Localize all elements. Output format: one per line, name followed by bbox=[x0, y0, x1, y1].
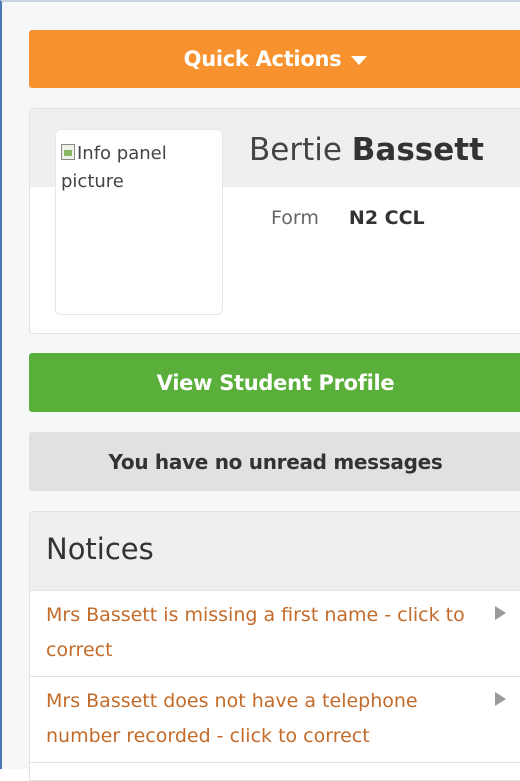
view-student-profile-label: View Student Profile bbox=[156, 370, 395, 395]
form-row: Form N2 CCL bbox=[271, 207, 425, 229]
broken-image-icon bbox=[61, 144, 75, 160]
caret-down-icon bbox=[351, 55, 368, 65]
info-panel-picture-alt: Info panel picture bbox=[61, 143, 167, 192]
notice-text: Mrs Bassett is missing a first name - cl… bbox=[46, 604, 465, 661]
notice-item[interactable]: Mrs Bassett does not have a telephone nu… bbox=[30, 677, 520, 763]
page-frame: Quick Actions Info panel picture Bertie … bbox=[0, 0, 520, 781]
quick-actions-button[interactable]: Quick Actions bbox=[29, 30, 520, 88]
student-name: Bertie Bassett bbox=[249, 132, 484, 168]
chevron-right-icon bbox=[495, 606, 506, 620]
unread-messages-bar[interactable]: You have no unread messages bbox=[29, 432, 520, 491]
info-panel: Info panel picture Bertie Bassett Form N… bbox=[29, 108, 520, 334]
info-panel-picture: Info panel picture bbox=[55, 129, 223, 315]
view-student-profile-button[interactable]: View Student Profile bbox=[29, 353, 520, 412]
form-label: Form bbox=[271, 207, 319, 229]
student-last-name: Bassett bbox=[351, 132, 484, 168]
notices-panel: Notices Mrs Bassett is missing a first n… bbox=[29, 511, 520, 781]
chevron-right-icon bbox=[495, 692, 506, 706]
notice-text: Mrs Bassett does not have a telephone nu… bbox=[46, 690, 418, 747]
notices-title: Notices bbox=[46, 532, 154, 566]
quick-actions-label: Quick Actions bbox=[183, 47, 342, 71]
student-first-name: Bertie bbox=[249, 132, 342, 168]
notice-item[interactable]: Mrs Bassett is missing a first name - cl… bbox=[30, 591, 520, 677]
notices-header: Notices bbox=[30, 512, 520, 591]
unread-messages-text: You have no unread messages bbox=[108, 449, 443, 474]
form-value: N2 CCL bbox=[348, 207, 425, 229]
